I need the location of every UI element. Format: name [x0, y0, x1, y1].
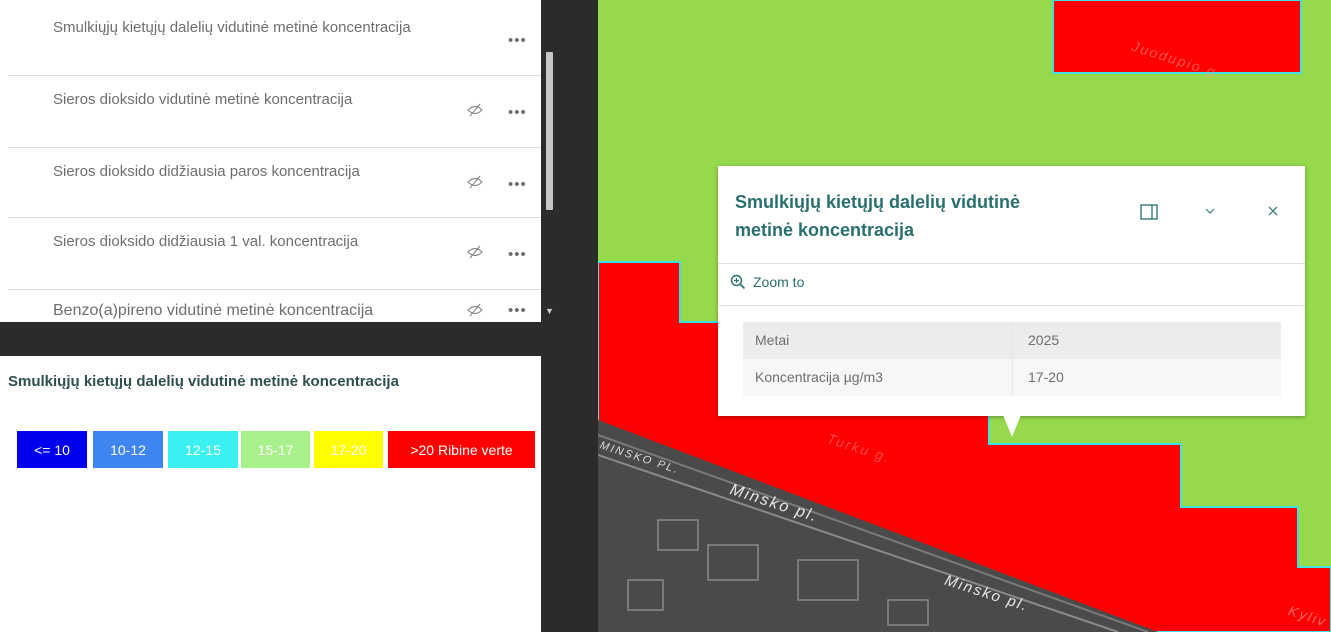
legend-class-swatch: 12-15: [168, 431, 238, 468]
legend-title: Smulkiųjų kietųjų dalelių vidutinė metin…: [8, 373, 399, 390]
zoom-in-icon: [730, 274, 746, 290]
legend-panel: Smulkiųjų kietųjų dalelių vidutinė metin…: [0, 356, 541, 632]
attribute-key: Metai: [755, 332, 790, 348]
attribute-value: 2025: [1012, 322, 1281, 359]
legend-class-swatch: 10-12: [93, 431, 163, 468]
attribute-row: Koncentracija µg/m3 17-20: [743, 359, 1281, 396]
legend-class-label: <= 10: [34, 441, 70, 458]
eye-slash-icon[interactable]: [466, 244, 484, 264]
legend-class-label: 10-12: [110, 441, 146, 458]
layer-options-button[interactable]: •••: [508, 302, 527, 319]
eye-slash-icon[interactable]: [466, 174, 484, 194]
layer-title: Smulkiųjų kietųjų dalelių vidutinė metin…: [53, 19, 411, 36]
divider: [718, 263, 1305, 264]
layer-item[interactable]: Sieros dioksido vidutinė metinė koncentr…: [8, 76, 541, 148]
scroll-down-arrow-icon[interactable]: ▼: [545, 306, 554, 316]
legend-class-swatch: >20 Ribine verte: [388, 431, 535, 468]
panel-divider: [0, 322, 541, 356]
layer-title: Sieros dioksido didžiausia 1 val. koncen…: [53, 233, 359, 250]
layer-item[interactable]: Sieros dioksido didžiausia 1 val. koncen…: [8, 218, 541, 290]
layer-options-button[interactable]: •••: [508, 32, 527, 49]
eye-slash-icon[interactable]: [466, 302, 484, 322]
legend-class-label: 17-20: [330, 441, 367, 458]
dock-icon[interactable]: [1140, 204, 1158, 225]
eye-slash-icon[interactable]: [466, 102, 484, 122]
legend-class-swatch: 17-20: [314, 431, 383, 468]
layer-options-button[interactable]: •••: [508, 104, 527, 121]
legend-class-label: 15-17: [257, 441, 294, 458]
legend-class-swatch: 15-17: [241, 431, 310, 468]
zoom-to-label: Zoom to: [753, 274, 805, 290]
layer-options-button[interactable]: •••: [508, 176, 527, 193]
layer-list-panel: Smulkiųjų kietųjų dalelių vidutinė metin…: [0, 0, 541, 322]
attribute-value: 17-20: [1012, 359, 1281, 396]
attribute-key: Koncentracija µg/m3: [755, 369, 883, 385]
layer-title: Sieros dioksido didžiausia paros koncent…: [53, 163, 360, 180]
legend-class-swatch: <= 10: [17, 431, 87, 468]
attribute-row: Metai 2025: [743, 322, 1281, 359]
close-icon[interactable]: [1266, 204, 1280, 223]
layer-title: Sieros dioksido vidutinė metinė koncentr…: [53, 91, 353, 108]
zoom-to-button[interactable]: Zoom to: [730, 274, 804, 290]
chevron-down-icon[interactable]: [1203, 204, 1217, 223]
divider: [718, 305, 1305, 306]
popup-pointer: [1003, 415, 1021, 437]
scrollbar-thumb[interactable]: [546, 52, 553, 210]
legend-class-label: 12-15: [185, 441, 221, 458]
layer-title: Benzo(a)pireno vidutinė metinė koncentra…: [53, 302, 374, 319]
layer-item[interactable]: Sieros dioksido didžiausia paros koncent…: [8, 148, 541, 218]
layer-item[interactable]: Smulkiųjų kietųjų dalelių vidutinė metin…: [8, 0, 541, 76]
layer-item[interactable]: Benzo(a)pireno vidutinė metinė koncentra…: [8, 290, 541, 322]
popup-title: Smulkiųjų kietųjų dalelių vidutinė metin…: [735, 192, 1021, 240]
layer-options-button[interactable]: •••: [508, 246, 527, 263]
feature-popup: Smulkiųjų kietųjų dalelių vidutinė metin…: [718, 166, 1305, 416]
legend-class-label: >20 Ribine verte: [410, 441, 513, 458]
